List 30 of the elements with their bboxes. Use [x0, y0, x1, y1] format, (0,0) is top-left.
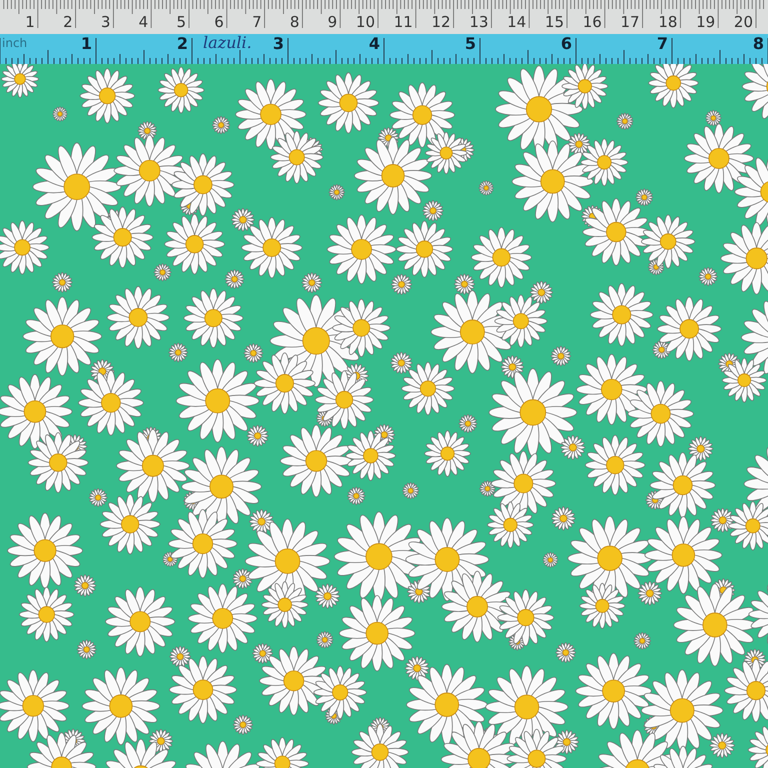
ruler-number: 11 — [394, 13, 413, 31]
ruler-number: 16 — [582, 13, 602, 31]
ruler-number: 4 — [368, 35, 380, 53]
ruler-number: 14 — [507, 13, 526, 31]
ruler-number: 8 — [752, 35, 764, 53]
ruler-number: 3 — [100, 13, 110, 31]
ruler-number: 19 — [696, 13, 716, 31]
ruler-number: 8 — [290, 13, 300, 31]
ruler-number: 5 — [464, 35, 476, 53]
ruler-number: 12 — [432, 13, 451, 31]
ruler-number: 10 — [356, 13, 375, 31]
ruler-number: 20 — [734, 13, 753, 31]
ruler-number: 7 — [656, 35, 668, 53]
ruler-number: 6 — [214, 13, 224, 31]
ruler-number: 5 — [176, 13, 186, 31]
ruler-number: 13 — [469, 13, 488, 31]
ruler-number: 18 — [658, 13, 678, 31]
ruler-number: 2 — [63, 13, 73, 31]
ruler-number: 3 — [272, 35, 284, 53]
unit-label: inch — [2, 36, 28, 50]
ruler-number: 4 — [138, 13, 148, 31]
ruler-number: 17 — [620, 13, 640, 31]
ruler-number: 1 — [80, 35, 92, 53]
ruler-number: 6 — [560, 35, 572, 53]
handwritten-note: lazuli. — [203, 34, 252, 52]
ruler-number: 15 — [544, 13, 564, 31]
ruler-number: 7 — [252, 13, 262, 31]
ruler-number: 1 — [25, 13, 35, 31]
ruler-number: 2 — [176, 35, 188, 53]
ruler-number: 9 — [328, 13, 338, 31]
